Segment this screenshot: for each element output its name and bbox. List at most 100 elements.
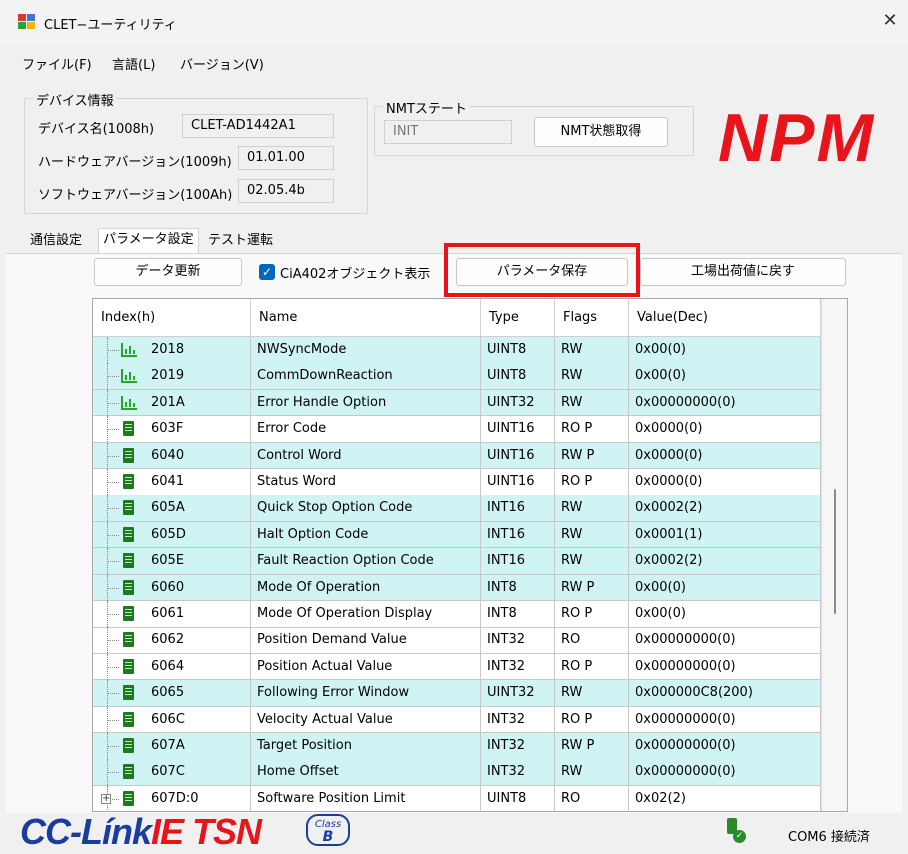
index-value: 6060: [151, 579, 185, 595]
header-value[interactable]: Value(Dec): [629, 299, 821, 337]
menu-file[interactable]: ファイル(F): [22, 54, 92, 73]
type-cell: INT32: [481, 706, 555, 733]
value-cell: 0x0000(0): [629, 442, 821, 469]
table-row[interactable]: 6060 Mode Of Operation INT8 RW P 0x00(0): [93, 574, 821, 602]
index-value: 607C: [151, 764, 185, 780]
index-cell: 607A: [93, 733, 251, 759]
document-icon: [123, 421, 134, 437]
value-cell: 0x02(2): [629, 785, 821, 811]
index-cell: 607C: [93, 759, 251, 786]
table-row[interactable]: 6064 Position Actual Value INT32 RO P 0x0000…: [93, 653, 821, 681]
hw-version-label: ハードウェアバージョン(1009h): [38, 155, 232, 170]
header-type[interactable]: Type: [481, 299, 555, 337]
type-cell: UINT8: [481, 785, 555, 811]
table-row[interactable]: 605D Halt Option Code INT16 RW 0x0001(1): [93, 521, 821, 549]
document-icon: [123, 500, 134, 516]
table-row[interactable]: +607D:0 Software Position Limit UINT8 RO 0x0…: [93, 785, 821, 811]
name-cell: Target Position: [251, 733, 481, 759]
type-cell: UINT8: [481, 363, 555, 390]
document-icon: [123, 658, 134, 674]
connection-status: COM6 接続済: [788, 830, 870, 845]
value-cell: 0x000000C8(200): [629, 680, 821, 707]
header-index[interactable]: Index(h): [93, 299, 251, 337]
header-name[interactable]: Name: [251, 299, 481, 337]
cia402-checkbox-label: CiA402オブジェクト表示: [280, 267, 431, 282]
index-cell: 6041: [93, 469, 251, 495]
expand-icon[interactable]: +: [101, 793, 111, 804]
type-cell: INT8: [481, 574, 555, 601]
menu-language[interactable]: 言語(L): [112, 54, 155, 73]
cia402-checkbox[interactable]: ✓: [259, 264, 275, 280]
tab-test-run[interactable]: テスト運転: [204, 230, 277, 254]
document-icon: [123, 711, 134, 727]
tree-branch: [107, 561, 119, 563]
data-refresh-button[interactable]: データ更新: [94, 258, 242, 286]
sw-version-label: ソフトウェアバージョン(100Ah): [38, 188, 233, 203]
scrollbar-thumb[interactable]: [834, 489, 836, 614]
table-row[interactable]: 605A Quick Stop Option Code INT16 RW 0x0002(…: [93, 495, 821, 522]
table-row[interactable]: 603F Error Code UINT16 RO P 0x0000(0): [93, 416, 821, 443]
close-button[interactable]: ✕: [878, 10, 902, 34]
value-cell: 0x0000(0): [629, 469, 821, 495]
vertical-scrollbar[interactable]: [821, 299, 847, 811]
name-cell: Mode Of Operation: [251, 574, 481, 601]
table-row[interactable]: 607A Target Position INT32 RW P 0x00000000(0…: [93, 733, 821, 760]
document-icon: [123, 632, 134, 648]
tab-parameters[interactable]: パラメータ設定: [98, 228, 199, 254]
save-button-highlight: [444, 243, 640, 297]
index-value: 6061: [151, 606, 185, 621]
tab-communication[interactable]: 通信設定: [26, 230, 86, 254]
name-cell: Control Word: [251, 442, 481, 469]
table-row[interactable]: 2018 NWSyncMode UINT8 RW 0x00(0): [93, 337, 821, 364]
menu-bar: ファイル(F) 言語(L) バージョン(V): [0, 44, 908, 82]
nmt-get-state-button[interactable]: NMT状態取得: [534, 117, 668, 147]
nmt-state-field: INIT: [384, 120, 512, 144]
index-value: 605E: [151, 553, 185, 569]
table-row[interactable]: 6061 Mode Of Operation Display INT8 RO P 0x0…: [93, 601, 821, 628]
table-row[interactable]: 605E Fault Reaction Option Code INT16 RW 0x0…: [93, 548, 821, 575]
sw-version-field: 02.05.4b: [238, 179, 334, 203]
table-row[interactable]: 6041 Status Word UINT16 RO P 0x0000(0): [93, 469, 821, 496]
usb-connected-icon: ✓: [725, 818, 747, 844]
table-row[interactable]: 2019 CommDownReaction UINT8 RW 0x00(0): [93, 363, 821, 390]
flags-cell: RO P: [555, 601, 629, 627]
tree-branch: [107, 614, 119, 615]
document-icon: [123, 553, 134, 569]
type-cell: UINT32: [481, 389, 555, 416]
table-row[interactable]: 201A Error Handle Option UINT32 RW 0x0000000…: [93, 389, 821, 417]
ie-tsn-text: IE TSN: [151, 811, 262, 852]
table-row[interactable]: 607C Home Offset INT32 RW 0x00000000(0): [93, 759, 821, 786]
type-cell: UINT16: [481, 442, 555, 469]
name-cell: Status Word: [251, 469, 481, 495]
menu-version[interactable]: バージョン(V): [180, 54, 264, 73]
header-flags[interactable]: Flags: [555, 299, 629, 337]
document-icon: [123, 685, 134, 701]
tree-branch: [107, 508, 119, 510]
index-cell: 606C: [93, 706, 251, 733]
index-value: 605A: [151, 500, 185, 516]
value-cell: 0x00000000(0): [629, 733, 821, 759]
index-value: 2019: [151, 368, 185, 384]
value-cell: 0x0000(0): [629, 416, 821, 443]
index-cell: 6064: [93, 653, 251, 680]
table-row[interactable]: 6065 Following Error Window UINT32 RW 0x0000…: [93, 680, 821, 707]
name-cell: Halt Option Code: [251, 521, 481, 548]
name-cell: Mode Of Operation Display: [251, 601, 481, 627]
device-name-label: デバイス名(1008h): [38, 122, 155, 137]
table-row[interactable]: 6040 Control Word UINT16 RW P 0x0000(0): [93, 442, 821, 470]
index-value: 6065: [151, 685, 185, 701]
table-row[interactable]: 606C Velocity Actual Value INT32 RO P 0x0000…: [93, 706, 821, 734]
flags-cell: RW: [555, 389, 629, 416]
factory-reset-button[interactable]: 工場出荷値に戻す: [640, 258, 846, 286]
flags-cell: RW: [555, 495, 629, 522]
table-row[interactable]: 6062 Position Demand Value INT32 RO 0x000000…: [93, 627, 821, 654]
flags-cell: RW P: [555, 733, 629, 759]
npm-logo: NPM: [718, 100, 876, 176]
type-cell: INT16: [481, 521, 555, 548]
value-cell: 0x00000000(0): [629, 653, 821, 680]
index-value: 6041: [151, 474, 185, 489]
flags-cell: RO: [555, 627, 629, 654]
index-value: 606C: [151, 711, 185, 727]
value-cell: 0x00(0): [629, 363, 821, 390]
tree-branch: [107, 693, 119, 695]
